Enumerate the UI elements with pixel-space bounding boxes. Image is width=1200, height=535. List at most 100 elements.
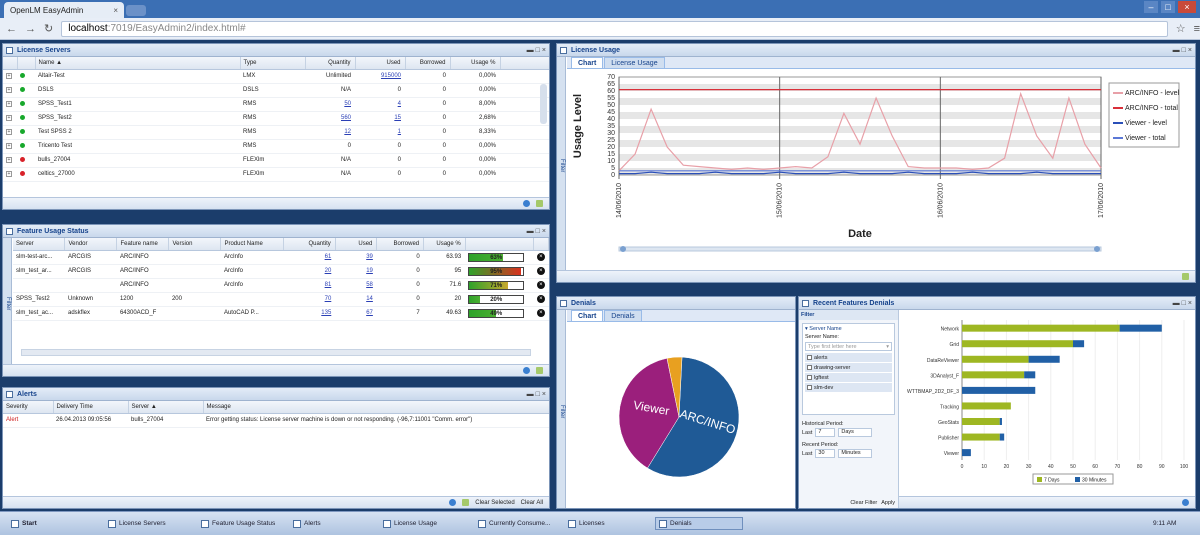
taskbar-item[interactable]: Feature Usage Status [198, 517, 286, 530]
table-row[interactable]: + celtics_27000 FLEXlm N/A 0 0 0,00% [3, 167, 549, 182]
horizontal-scrollbar[interactable] [21, 349, 531, 356]
table-row[interactable]: ARC/INFO ArcInfo 81 58 0 71.6 71% × [13, 278, 549, 293]
slider-handle-right[interactable] [1094, 246, 1100, 252]
apply-button[interactable]: Apply [881, 500, 895, 506]
table-row[interactable]: + bulls_27004 FLEXlm N/A 0 0 0,00% [3, 153, 549, 168]
clear-all-button[interactable]: Clear All [521, 500, 543, 506]
col-header-borrowed[interactable]: Borrowed [405, 57, 451, 70]
table-row[interactable]: SPSS_Test2 Unknown 1200 200 70 14 0 20 20% × [13, 292, 549, 307]
quantity-cell[interactable]: 20 [283, 264, 336, 279]
close-icon[interactable]: × [542, 228, 546, 235]
taskbar-item[interactable]: Denials [655, 517, 743, 530]
refresh-icon[interactable] [449, 499, 457, 506]
historical-unit-select[interactable]: Days [838, 428, 873, 437]
filter-side-tab[interactable]: Filter [3, 238, 12, 365]
maximize-icon[interactable]: □ [536, 47, 540, 54]
col-header-quantity[interactable]: Quantity [305, 57, 356, 70]
bar[interactable] [962, 449, 971, 457]
server-search-input[interactable]: Type first letter here ▾ [805, 342, 892, 351]
col-header-used[interactable]: Used [335, 238, 378, 251]
used-cell[interactable]: 19 [335, 264, 377, 279]
table-row[interactable]: + SPSS_Test2 RMS 560 15 0 2,68% [3, 111, 549, 126]
expand-icon[interactable]: + [6, 157, 12, 163]
export-icon[interactable] [462, 499, 470, 506]
quantity-cell[interactable]: 61 [283, 250, 336, 265]
taskbar-item[interactable]: Licenses [565, 517, 653, 530]
bar[interactable] [962, 324, 1120, 332]
bar[interactable] [999, 433, 1005, 441]
quantity-cell[interactable]: 560 [305, 111, 355, 126]
table-row[interactable]: Alert 26.04.2013 09:05:56 bulls_27004 Er… [3, 413, 549, 428]
historical-value-input[interactable]: 7 [815, 428, 836, 437]
close-icon[interactable]: × [1188, 47, 1192, 54]
back-icon[interactable]: ← [6, 23, 17, 35]
quantity-cell[interactable]: 50 [305, 97, 355, 112]
url-field[interactable]: localhost:7019/EasyAdmin2/index.html# [61, 20, 1168, 37]
checkbox-icon[interactable] [807, 385, 812, 390]
table-row[interactable]: + SPSS_Test1 RMS 50 4 0 8,00% [3, 97, 549, 112]
used-cell[interactable]: 39 [335, 250, 377, 265]
expand-icon[interactable]: + [6, 73, 12, 79]
tab-chart[interactable]: Chart [571, 57, 604, 68]
used-cell[interactable]: 1 [355, 125, 405, 140]
close-icon[interactable]: × [1188, 300, 1192, 307]
table-row[interactable]: slm_test_ar... ARCGIS ARC/INFO ArcInfo 20 19 0… [13, 264, 549, 279]
table-row[interactable]: + Tricento Test RMS 0 0 0 0,00% [3, 139, 549, 154]
refresh-icon[interactable] [523, 367, 530, 374]
remove-icon[interactable]: × [536, 253, 545, 261]
bar[interactable] [1028, 355, 1060, 363]
bar[interactable] [1073, 340, 1085, 348]
col-header-usage[interactable]: Usage % [450, 57, 501, 70]
bar[interactable] [962, 418, 1000, 425]
new-tab-button[interactable] [126, 5, 146, 16]
remove-icon[interactable]: × [536, 309, 545, 317]
table-row[interactable]: + DSLS DSLS N/A 0 0 0,00% [3, 83, 549, 98]
remove-icon[interactable]: × [536, 281, 545, 289]
used-cell[interactable]: 4 [355, 97, 405, 112]
col-header-delivery-time[interactable]: Delivery Time [53, 401, 129, 414]
maximize-icon[interactable]: □ [1161, 1, 1175, 13]
expand-icon[interactable]: + [6, 115, 12, 121]
expand-icon[interactable]: + [6, 87, 12, 93]
col-header-borrowed[interactable]: Borrowed [376, 238, 425, 251]
col-header-used[interactable]: Used [355, 57, 406, 70]
close-icon[interactable]: × [542, 391, 546, 398]
col-header-version[interactable]: Version [168, 238, 222, 251]
minimize-icon[interactable]: ▬ [527, 47, 534, 54]
recent-unit-select[interactable]: Minutes [838, 449, 873, 458]
bar[interactable] [962, 433, 1000, 441]
server-list-item[interactable]: drawing-server [805, 363, 892, 372]
export-icon[interactable] [1182, 273, 1189, 280]
checkbox-icon[interactable] [807, 355, 812, 360]
col-header-product[interactable]: Product Name [220, 238, 284, 251]
bar[interactable] [962, 386, 1036, 394]
col-header-feature[interactable]: Feature name [116, 238, 170, 251]
forward-icon[interactable]: → [25, 23, 36, 35]
bar[interactable] [962, 371, 1025, 379]
col-header-vendor[interactable]: Vendor [64, 238, 118, 251]
minimize-icon[interactable]: – [1144, 1, 1158, 13]
used-cell[interactable]: 915000 [355, 69, 405, 84]
col-header-type[interactable]: Type [240, 57, 306, 70]
used-cell[interactable]: 67 [335, 306, 377, 321]
server-list-item[interactable]: lgftest [805, 373, 892, 382]
bar[interactable] [962, 355, 1029, 363]
bookmark-star-icon[interactable]: ☆ [1176, 22, 1186, 35]
filter-side-tab[interactable]: Filter [557, 57, 566, 271]
menu-icon[interactable]: ≡ [1194, 23, 1200, 35]
expand-icon[interactable]: + [6, 129, 12, 135]
table-row[interactable]: + Test SPSS 2 RMS 12 1 0 8,33% [3, 125, 549, 140]
quantity-cell[interactable]: 12 [305, 125, 355, 140]
close-tab-icon[interactable]: × [113, 6, 118, 15]
filter-side-tab[interactable]: Filter [557, 310, 566, 508]
used-cell[interactable]: 14 [335, 292, 377, 307]
tab-denials[interactable]: Denials [604, 310, 642, 321]
export-icon[interactable] [536, 200, 543, 207]
checkbox-icon[interactable] [807, 365, 812, 370]
col-header-server[interactable]: Server ▲ [128, 401, 204, 414]
table-row[interactable]: slm_test_ac... adskflex 64300ACD_F AutoCAD … [13, 306, 549, 321]
expand-icon[interactable]: + [6, 171, 12, 177]
taskbar-item[interactable]: License Servers [105, 517, 193, 530]
close-window-icon[interactable]: × [1178, 1, 1196, 13]
col-header-usage[interactable]: Usage % [423, 238, 466, 251]
